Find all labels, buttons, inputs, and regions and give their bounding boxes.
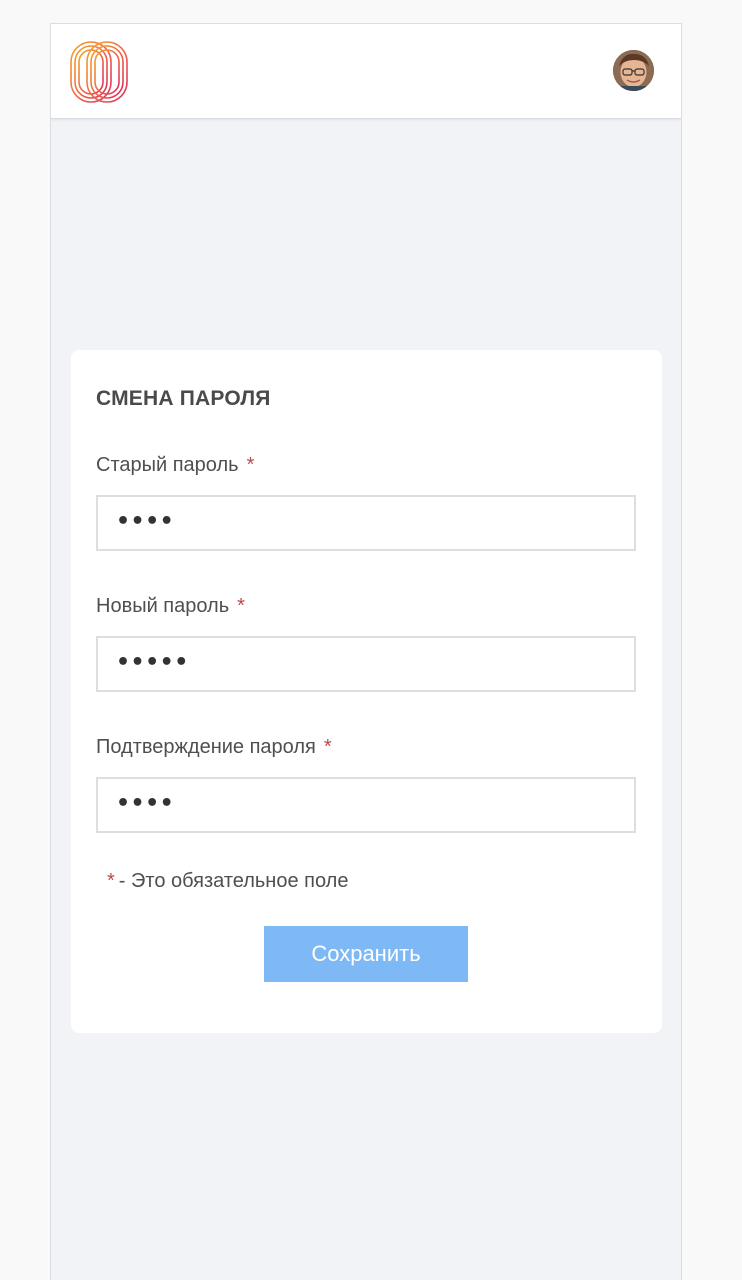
- required-mark: *: [237, 595, 245, 617]
- new-password-label-text: Новый пароль: [96, 595, 230, 617]
- avatar-photo-icon: [613, 50, 654, 91]
- old-password-input[interactable]: ••••: [96, 495, 636, 551]
- required-mark: *: [323, 736, 332, 758]
- old-password-label-text: Старый пароль: [96, 454, 239, 476]
- confirm-password-input[interactable]: ••••: [96, 777, 636, 833]
- old-password-value: ••••: [116, 509, 175, 534]
- brand-logo[interactable]: [69, 40, 129, 104]
- app-viewport: СМЕНА ПАРОЛЯ Старый пароль * •••• Новый п…: [50, 23, 682, 1280]
- card-title: СМЕНА ПАРОЛЯ: [96, 387, 271, 410]
- confirm-password-label: Подтверждение пароля *: [96, 736, 332, 759]
- required-note-mark: *: [107, 870, 115, 892]
- new-password-input[interactable]: •••••: [96, 636, 636, 692]
- required-note-text: - Это обязательное поле: [118, 870, 349, 892]
- logo-icon: [70, 41, 128, 103]
- change-password-card: СМЕНА ПАРОЛЯ Старый пароль * •••• Новый п…: [71, 350, 662, 1033]
- save-button[interactable]: Сохранить: [264, 926, 468, 982]
- new-password-label: Новый пароль *: [96, 595, 245, 618]
- top-bar: [51, 24, 681, 119]
- user-avatar[interactable]: [613, 50, 654, 91]
- new-password-value: •••••: [116, 650, 189, 675]
- confirm-password-label-text: Подтверждение пароля: [96, 736, 316, 758]
- required-mark: *: [246, 454, 255, 476]
- old-password-label: Старый пароль *: [96, 454, 254, 477]
- required-field-note: * - Это обязательное поле: [107, 870, 348, 893]
- confirm-password-value: ••••: [116, 791, 175, 816]
